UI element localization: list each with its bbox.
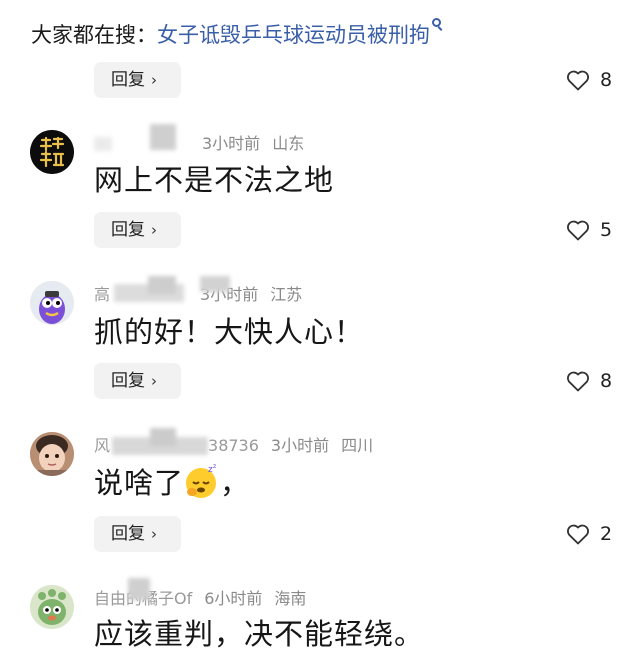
avatar[interactable] [30,281,74,325]
comment-page: 大家都在搜：女子诋毁乒乓球运动员被刑拘 回复 › 8 3小时前 山东 网上不是不法之… [0,0,640,652]
heart-icon [567,371,589,392]
author-name-tail[interactable]: 38736 [208,436,259,455]
green-cartoon-avatar [30,585,74,629]
reply-label: 回复 [111,524,145,544]
comment-text-row: 说啥了 z z ， [94,463,250,503]
chevron-right-icon: › [151,372,157,390]
comment-time: 6小时前 [204,589,263,608]
comment-time: 3小时前 [202,134,261,153]
like-button[interactable]: 8 [566,65,612,95]
comment-text: 抓的好！大快人心！ [94,315,365,349]
trending-search-query[interactable]: 女子诋毁乒乓球运动员被刑拘 [157,23,430,47]
heart-icon [567,524,589,545]
like-count: 2 [600,523,613,545]
chevron-right-icon: › [151,221,157,239]
comment-location: 四川 [341,436,374,455]
like-button[interactable]: 8 [566,366,612,396]
avatar[interactable] [30,585,74,629]
like-count: 8 [600,69,613,91]
comment-text-tail: ， [220,466,251,500]
comment-time: 3小时前 [270,436,330,455]
chevron-right-icon: › [151,525,157,543]
child-photo-avatar [30,432,74,476]
comment-location: 江苏 [270,285,303,304]
comment-location: 海南 [274,589,307,608]
trending-search-prefix: 大家都在搜： [31,23,157,47]
heart-icon [567,220,589,241]
svg-text:z: z [213,463,217,470]
comment-location: 山东 [272,134,305,153]
sleepy-face-emoji: z z [184,463,220,499]
avatar[interactable] [30,130,74,174]
like-count: 8 [600,370,613,392]
search-icon[interactable] [432,18,444,32]
reply-button[interactable]: 回复 › [94,62,181,98]
comment-meta: 自由的橘子Of6小时前海南 [94,588,306,610]
comment-meta: 3小时前 山东 [94,133,304,155]
comment-text: 网上不是不法之地 [94,163,335,197]
reply-button[interactable]: 回复 › [94,516,181,552]
like-button[interactable]: 5 [566,215,612,245]
redaction [200,276,230,292]
reply-label: 回复 [111,70,145,90]
like-button[interactable]: 2 [566,519,612,549]
avatar[interactable] [30,432,74,476]
reply-button[interactable]: 回复 › [94,363,181,399]
author-name[interactable]: 高 [94,285,110,304]
heart-icon [567,70,589,91]
redaction [150,428,176,446]
reply-label: 回复 [111,371,145,391]
purple-cartoon-avatar [30,281,74,325]
trending-search[interactable]: 大家都在搜：女子诋毁乒乓球运动员被刑拘 [31,18,444,50]
redaction [94,137,112,151]
black-avatar-with-chinese-characters [30,130,74,174]
comment-text: 说啥了 [94,466,185,500]
like-count: 5 [600,219,613,241]
reply-label: 回复 [111,220,145,240]
redaction [148,276,176,294]
chevron-right-icon: › [151,71,157,89]
author-name[interactable]: 风 [94,436,110,455]
redaction [128,578,150,600]
reply-button[interactable]: 回复 › [94,212,181,248]
comment-text: 应该重判，决不能轻绕。 [94,617,425,651]
redaction [150,124,176,150]
